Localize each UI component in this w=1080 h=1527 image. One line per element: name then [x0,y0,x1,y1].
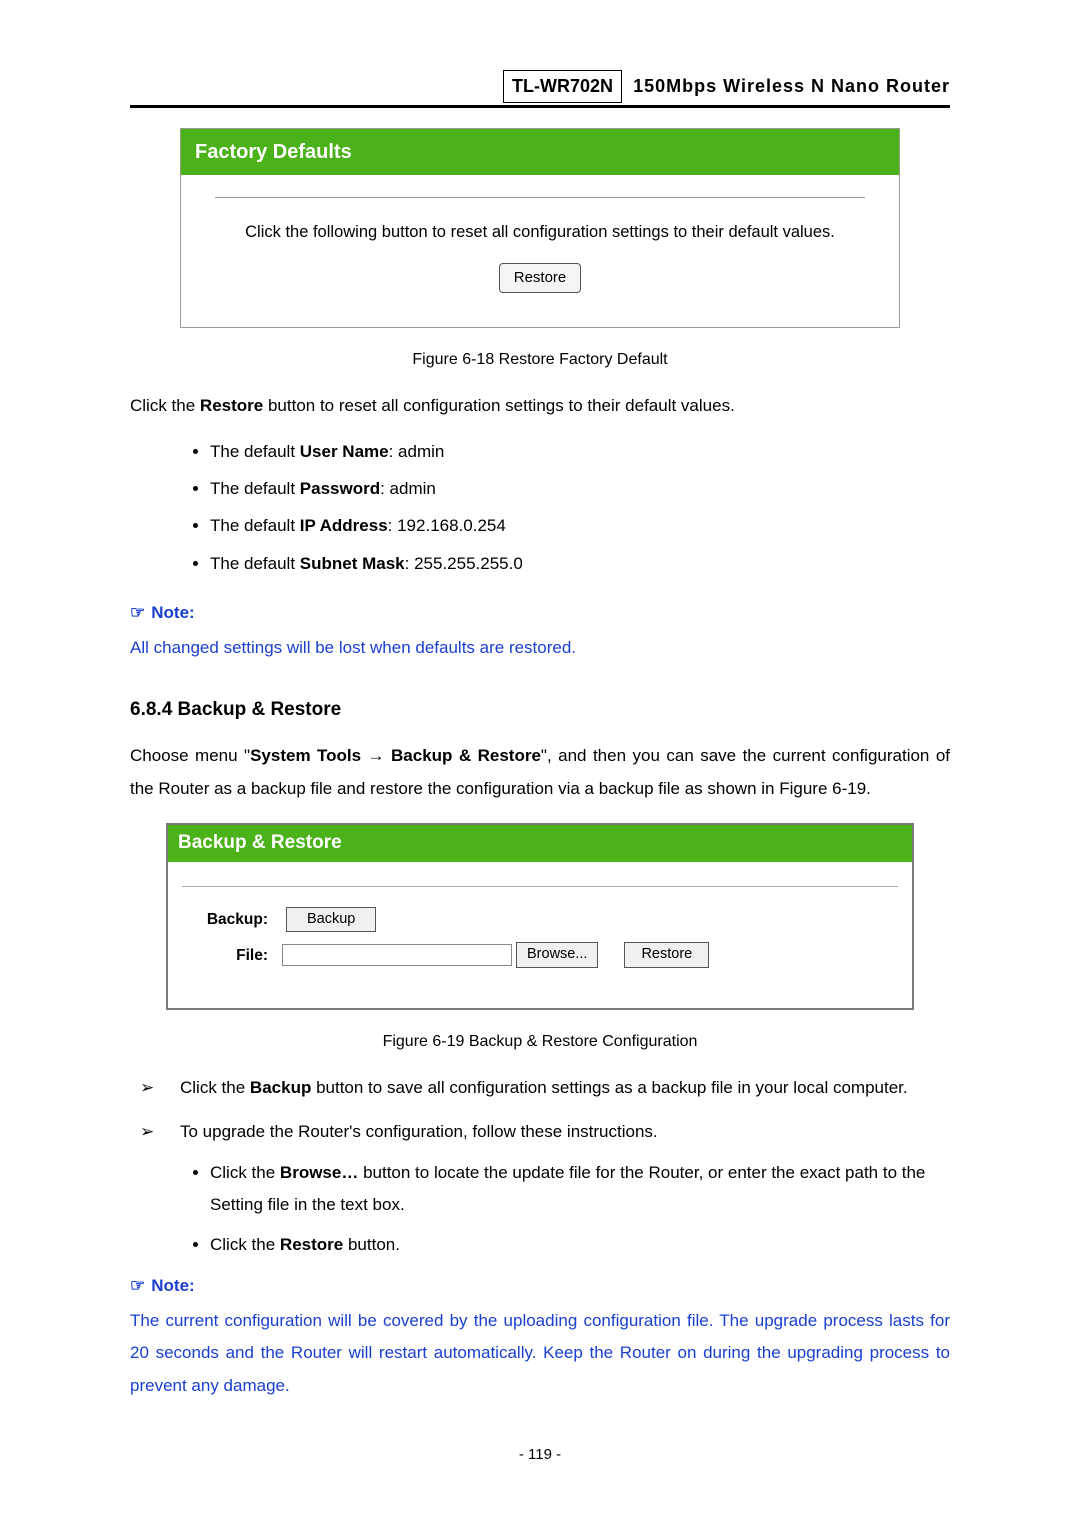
backup-restore-panel: Backup & Restore Backup: Backup File: Br… [166,823,914,1010]
figure-6-19-caption: Figure 6-19 Backup & Restore Configurati… [130,1030,950,1054]
note-body: The current configuration will be covere… [130,1305,950,1402]
restore-button[interactable]: Restore [499,263,582,294]
factory-defaults-title: Factory Defaults [181,129,899,175]
list-item: The default User Name: admin [210,433,950,470]
hand-icon: ☞ [130,603,145,622]
list-item: The default IP Address: 192.168.0.254 [210,507,950,544]
list-item: To upgrade the Router's configuration, f… [140,1116,950,1261]
restore-instruction: Click the Restore button to reset all co… [130,390,950,422]
page-number: - 119 - [130,1444,950,1467]
list-item: Click the Browse… button to locate the u… [210,1157,950,1222]
note-body: All changed settings will be lost when d… [130,632,950,664]
backup-restore-intro: Choose menu "System Tools → Backup & Res… [130,740,950,805]
hand-icon: ☞ [130,1276,145,1295]
restore-file-button[interactable]: Restore [624,942,709,968]
list-item: The default Password: admin [210,470,950,507]
section-heading-6-8-4: 6.8.4 Backup & Restore [130,696,950,725]
backup-restore-title: Backup & Restore [168,825,912,862]
list-item: Click the Backup button to save all conf… [140,1072,950,1104]
factory-defaults-text: Click the following button to reset all … [201,220,879,245]
browse-button[interactable]: Browse... [516,942,598,968]
factory-defaults-panel: Factory Defaults Click the following but… [180,128,900,328]
backup-label: Backup: [182,908,282,931]
note-heading: ☞Note: [130,600,950,626]
list-item: The default Subnet Mask: 255.255.255.0 [210,545,950,582]
list-item: Click the Restore button. [210,1229,950,1261]
note-heading: ☞Note: [130,1273,950,1299]
model-number: TL-WR702N [503,70,622,103]
instruction-list: Click the Backup button to save all conf… [140,1072,950,1261]
backup-button[interactable]: Backup [286,907,376,933]
document-header: TL-WR702N 150Mbps Wireless N Nano Router [130,70,950,108]
file-label: File: [182,944,282,967]
file-path-input[interactable] [282,944,512,966]
model-description: 150Mbps Wireless N Nano Router [633,76,950,96]
figure-6-18-caption: Figure 6-18 Restore Factory Default [130,348,950,372]
default-settings-list: The default User Name: admin The default… [210,433,950,583]
